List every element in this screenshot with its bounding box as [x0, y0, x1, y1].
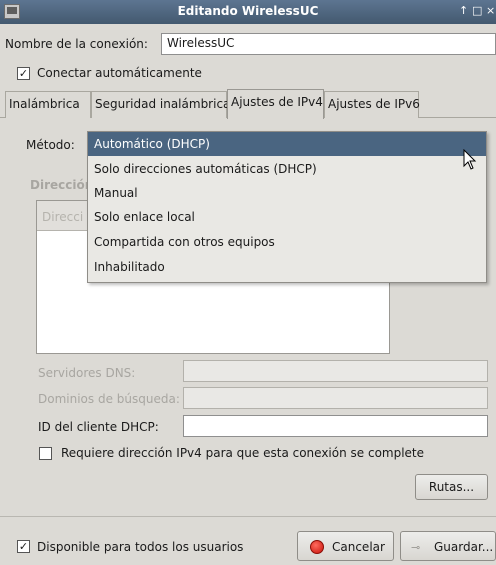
footer-separator — [0, 516, 496, 517]
require-ipv4-label: Requiere dirección IPv4 para que esta co… — [61, 446, 425, 460]
mouse-cursor-icon — [463, 149, 477, 170]
title-bar: Editando WirelessUC ↑ □ × — [0, 0, 496, 24]
tab-ipv6-settings[interactable]: Ajustes de IPv6 — [324, 91, 420, 118]
cancel-button[interactable]: Cancelar — [297, 531, 394, 561]
cancel-icon — [310, 540, 324, 554]
shade-window-icon[interactable]: ↑ — [459, 4, 468, 17]
all-users-checkbox[interactable]: ✓ — [17, 540, 30, 553]
connection-name-label: Nombre de la conexión: — [5, 37, 148, 51]
close-window-icon[interactable]: × — [486, 4, 495, 17]
method-option-manual[interactable]: Manual — [88, 181, 486, 205]
auto-connect-label: Conectar automáticamente — [37, 66, 202, 80]
addresses-section-label: Dirección — [30, 178, 94, 192]
auto-connect-checkbox[interactable]: ✓ — [17, 67, 30, 80]
connection-name-input[interactable]: WirelessUC — [161, 33, 496, 55]
tab-ipv4-settings[interactable]: Ajustes de IPv4 — [227, 89, 324, 119]
tab-wireless-security[interactable]: Seguridad inalámbrica — [91, 91, 230, 118]
window-title: Editando WirelessUC — [177, 4, 319, 18]
method-option-automatic-dhcp[interactable]: Automático (DHCP) — [88, 132, 486, 156]
search-domains-input[interactable] — [183, 387, 488, 409]
search-domains-label: Dominios de búsqueda: — [38, 392, 180, 406]
dns-servers-label: Servidores DNS: — [38, 366, 136, 380]
maximize-window-icon[interactable]: □ — [472, 4, 482, 17]
method-option-link-local[interactable]: Solo enlace local — [88, 205, 486, 229]
all-users-label: Disponible para todos los usuarios — [37, 540, 244, 554]
dhcp-client-id-input[interactable] — [183, 415, 488, 437]
dns-servers-input[interactable] — [183, 360, 488, 382]
save-label: Guardar... — [434, 540, 494, 554]
method-option-disabled[interactable]: Inhabilitado — [88, 255, 486, 279]
key-icon: ⊸ — [411, 541, 421, 554]
save-button[interactable]: ⊸ Guardar... — [400, 531, 496, 561]
method-label: Método: — [26, 138, 75, 152]
method-option-automatic-addresses-only[interactable]: Solo direcciones automáticas (DHCP) — [88, 157, 486, 181]
method-option-shared[interactable]: Compartida con otros equipos — [88, 230, 486, 254]
cancel-label: Cancelar — [332, 540, 385, 554]
routes-button[interactable]: Rutas... — [415, 474, 488, 500]
tab-wireless[interactable]: Inalámbrica — [5, 91, 91, 118]
require-ipv4-checkbox[interactable] — [39, 447, 52, 460]
dhcp-client-id-label: ID del cliente DHCP: — [38, 420, 159, 434]
